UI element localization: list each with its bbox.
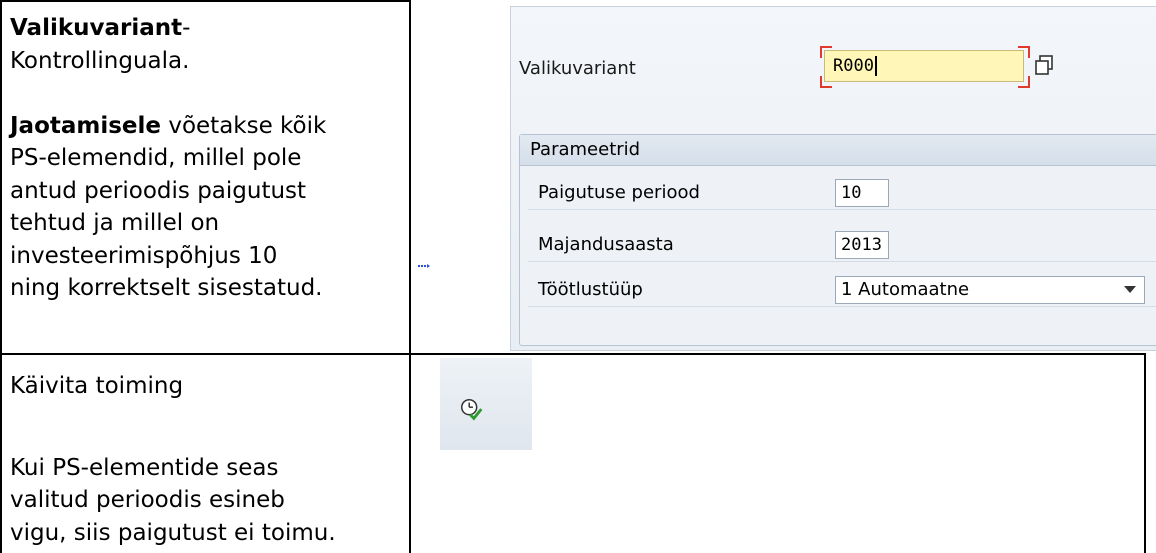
multiple-selection-icon[interactable] — [1033, 53, 1055, 77]
execute-heading: Käivita toiming — [10, 373, 184, 399]
required-corner-bl — [820, 76, 832, 88]
execute-clock-check-icon[interactable] — [458, 396, 486, 424]
table-border-top — [0, 0, 411, 2]
required-corner-br — [1018, 76, 1030, 88]
table-row-divider — [0, 353, 1146, 355]
period-input[interactable]: 10 — [835, 179, 889, 207]
variant-heading-line2: Kontrollinguala. — [10, 47, 190, 74]
sap-selection-screen: Valikuvariant R000 Parameetrid Paigutuse… — [510, 6, 1156, 351]
required-corner-tl — [820, 46, 832, 58]
allocation-bold: Jaotamisele — [10, 112, 162, 139]
chevron-down-icon — [1124, 286, 1136, 293]
table-border-left — [0, 0, 2, 553]
instruction-cell-variant: Valikuvariant- Kontrollinguala. Jaotamis… — [10, 12, 405, 305]
error-line: valitud perioodis esineb — [10, 487, 285, 513]
allocation-line: võetakse kõik — [168, 112, 327, 139]
fiscal-year-input[interactable]: 2013 — [835, 231, 889, 259]
processing-type-select[interactable]: 1 Automaatne — [835, 276, 1145, 304]
variant-heading-dash: - — [182, 15, 191, 41]
variant-heading-line: Valikuvariant- — [10, 12, 405, 45]
error-line: vigu, siis paigutust ei toimu. — [10, 519, 336, 546]
allocation-line: PS-elemendid, millel pole — [10, 145, 302, 171]
processing-type-value: 1 Automaatne — [841, 279, 970, 300]
arrow-marker-icon — [418, 264, 430, 268]
allocation-line: ning korrektselt sisestatud. — [10, 275, 323, 301]
instruction-cell-execute: Käivita toiming Kui PS-elementide seas v… — [10, 370, 405, 549]
required-corner-tr — [1018, 46, 1030, 58]
table-border-right-row2 — [1144, 353, 1146, 553]
allocation-line: antud perioodis paigutust — [10, 177, 307, 204]
allocation-line: investeerimispõhjus 10 — [10, 242, 278, 269]
sap-toolbar-snippet — [440, 358, 532, 450]
error-line: Kui PS-elementide seas — [10, 454, 279, 481]
param-row-fiscal-year: Majandusaasta 2013 — [528, 230, 1156, 262]
processing-type-label: Töötlustüüp — [538, 279, 643, 300]
period-label: Paigutuse periood — [538, 182, 700, 203]
variant-input[interactable]: R000 — [824, 50, 1024, 82]
parameters-group-title: Parameetrid — [520, 135, 1156, 166]
parameters-group: Parameetrid Paigutuse periood 10 Majandu… — [519, 134, 1156, 346]
text-caret — [874, 56, 877, 76]
variant-label: Valikuvariant — [519, 58, 636, 79]
param-row-period: Paigutuse periood 10 — [528, 178, 1156, 210]
allocation-line: tehtud ja millel on — [10, 210, 220, 236]
fiscal-year-label: Majandusaasta — [538, 234, 674, 255]
variant-heading-bold: Valikuvariant — [10, 15, 183, 41]
param-row-processing-type: Töötlustüüp 1 Automaatne — [528, 275, 1156, 307]
variant-value: R000 — [833, 56, 874, 76]
allocation-paragraph: Jaotamisele võetakse kõik PS-elemendid, … — [10, 110, 405, 305]
table-column-divider — [409, 0, 411, 553]
